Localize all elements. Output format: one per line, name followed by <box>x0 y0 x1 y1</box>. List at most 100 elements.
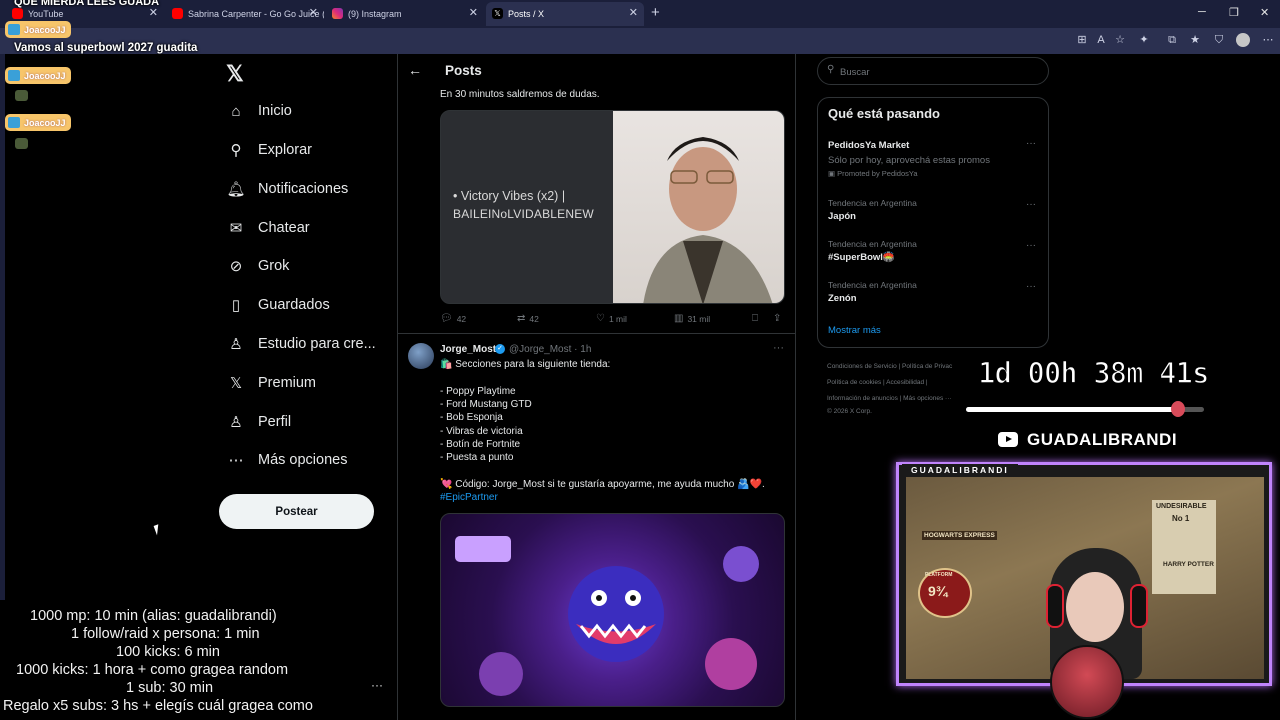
footer-links[interactable]: Condiciones de Servicio | Política de Pr… <box>827 363 952 370</box>
sidebar-item-grok[interactable]: ⊘ Grok <box>226 252 290 280</box>
sidebar-item-estudio[interactable]: ♙ Estudio para cre... <box>226 330 376 358</box>
like-action[interactable]: ♡ 1 mil <box>596 313 627 324</box>
chat-username: JoacooJJ <box>24 24 66 35</box>
tab-sabrina[interactable]: Sabrina Carpenter - Go Go Juice (O ✕ <box>166 2 324 26</box>
repost-count: 42 <box>529 313 539 324</box>
tweet-media-image[interactable]: • Victory Vibes (x2) | BAILEINoLVIDABLEN… <box>440 110 785 304</box>
more-options-icon[interactable]: ··· <box>1026 281 1036 292</box>
bookmark-icon: ▯ <box>231 297 241 314</box>
browser-menu-icon[interactable]: ⋯ <box>1262 34 1274 46</box>
more-options-icon[interactable]: ··· <box>1026 199 1036 210</box>
user-badge-icon <box>8 24 20 35</box>
youtube-favicon-icon <box>172 8 183 19</box>
person-icon: ♙ <box>229 414 243 431</box>
sidebar-item-label: Estudio para cre... <box>258 336 376 352</box>
youtube-favicon-icon <box>12 8 23 19</box>
progress-avatar-icon <box>1171 401 1185 417</box>
instagram-favicon-icon <box>332 8 343 19</box>
avatar[interactable] <box>408 343 434 369</box>
more-options-icon[interactable]: ··· <box>1026 240 1036 251</box>
sidebar-item-label: Chatear <box>258 220 310 236</box>
trend-description[interactable]: Sólo por hoy, aprovechá estas promos <box>828 155 990 166</box>
platform-label: PLATFORM <box>925 572 953 578</box>
tweet-line: - Vibras de victoria <box>440 426 523 437</box>
repost-action[interactable]: ⇄ 42 <box>517 313 539 324</box>
search-icon: ⚲ <box>827 64 835 75</box>
sidebar-item-chatear[interactable]: ✉ Chatear <box>226 214 310 242</box>
tab-label: (9) Instagram <box>348 9 402 19</box>
sidebar-item-guardados[interactable]: ▯ Guardados <box>226 291 330 319</box>
rules-line: 1000 mp: 10 min (alias: guadalibrandi) <box>30 608 277 624</box>
close-tab-icon[interactable]: ✕ <box>629 6 638 19</box>
sidebar-item-perfil[interactable]: ♙ Perfil <box>226 408 291 436</box>
sidebar-item-notificaciones[interactable]: 🔔︎ Notificaciones <box>226 175 348 203</box>
tab-posts-x[interactable]: 𝕏 Posts / X ✕ <box>486 2 644 26</box>
sidebar-item-label: Notificaciones <box>258 181 349 197</box>
footer-links[interactable]: Política de cookies | Accesibilidad | <box>827 379 928 386</box>
chat-message: Vamos al superbowl 2027 guadita <box>14 42 198 54</box>
more-options-icon[interactable]: ··· <box>773 342 784 354</box>
more-circle-icon: ⋯ <box>228 452 244 469</box>
reply-count: 42 <box>456 313 467 324</box>
read-aloud-icon[interactable]: A <box>1095 34 1107 46</box>
tab-instagram[interactable]: (9) Instagram ✕ <box>326 2 484 26</box>
views-action[interactable]: ▥ 31 mil <box>674 313 710 324</box>
extensions-icon[interactable]: ✦ <box>1138 34 1150 46</box>
close-window-button[interactable]: ✕ <box>1260 6 1269 19</box>
author-handle[interactable]: @Jorge_Most · 1h <box>509 344 591 355</box>
close-tab-icon[interactable]: ✕ <box>309 6 318 19</box>
author-name[interactable]: Jorge_Most <box>440 344 496 355</box>
close-tab-icon[interactable]: ✕ <box>469 6 478 19</box>
back-arrow-icon[interactable]: ← <box>408 62 422 78</box>
more-dots-icon[interactable]: ··· <box>371 678 383 692</box>
heart-icon: ♡ <box>596 313 605 324</box>
trend-title[interactable]: #SuperBowl🏟️ <box>828 252 895 263</box>
trend-title[interactable]: PedidosYa Market <box>828 140 909 151</box>
mouse-cursor-icon <box>153 522 167 536</box>
footer-links[interactable]: Información de anuncios | Más opciones ·… <box>827 395 952 402</box>
overlay-banner-text: QUE MIERDA LEES GUADA <box>14 0 160 8</box>
maximize-button[interactable]: ❐ <box>1229 6 1239 19</box>
tab-label: YouTube <box>28 9 64 19</box>
sidebar-item-inicio[interactable]: ⌂ Inicio <box>226 97 291 125</box>
trend-title[interactable]: Japón <box>828 211 856 222</box>
shield-icon[interactable]: ⛉ <box>1213 34 1225 46</box>
bell-icon: 🔔︎ <box>226 181 246 198</box>
profile-avatar-icon[interactable] <box>1236 33 1250 47</box>
trend-context: Tendencia en Argentina <box>828 239 917 249</box>
rules-line: 1 follow/raid x persona: 1 min <box>71 626 260 642</box>
new-tab-button[interactable]: + <box>651 4 660 21</box>
headphones-icon <box>1130 584 1148 628</box>
rules-line: Regalo x5 subs: 3 hs + elegís cuál grage… <box>3 698 313 714</box>
favorite-star-icon[interactable]: ☆ <box>1114 34 1126 46</box>
streamer-face <box>1066 572 1124 642</box>
favorites-icon[interactable]: ★ <box>1189 34 1201 46</box>
channel-name: GUADALIBRANDI <box>1027 430 1178 449</box>
search-input[interactable] <box>838 63 1042 81</box>
search-box[interactable]: ⚲ <box>817 57 1049 85</box>
show-more-link[interactable]: Mostrar más <box>828 325 881 336</box>
trends-title: Qué está pasando <box>828 106 940 121</box>
minimize-button[interactable]: ─ <box>1198 6 1206 18</box>
install-app-icon[interactable]: ⊞ <box>1076 34 1088 46</box>
x-logo-icon[interactable]: 𝕏 <box>226 61 244 87</box>
more-options-icon[interactable]: ··· <box>1026 138 1036 149</box>
page-title: Posts <box>445 63 482 78</box>
share-action[interactable]: ⇪ <box>773 313 785 324</box>
tweet-line: - Poppy Playtime <box>440 386 516 397</box>
verified-badge-icon: ✓ <box>495 344 505 354</box>
reply-action[interactable]: 💬︎ 42 <box>440 313 466 324</box>
post-button[interactable]: Postear <box>219 494 374 529</box>
column-divider <box>795 54 796 720</box>
tweet-media-image[interactable] <box>440 513 785 707</box>
bookmark-action[interactable]: ⎕ <box>752 313 762 324</box>
sidebar-item-premium[interactable]: 𝕏 Premium <box>226 369 316 397</box>
timer-progress-fill <box>966 407 1176 412</box>
trend-title[interactable]: Zenón <box>828 293 857 304</box>
sidebar-item-mas-opciones[interactable]: ⋯ Más opciones <box>226 446 348 474</box>
sidebar-item-explorar[interactable]: ⚲ Explorar <box>226 136 313 164</box>
tweet-line: - Puesta a punto <box>440 452 514 463</box>
user-badge-icon <box>8 70 20 81</box>
split-screen-icon[interactable]: ⧉ <box>1166 34 1178 46</box>
hashtag-link[interactable]: #EpicPartner <box>440 492 498 503</box>
